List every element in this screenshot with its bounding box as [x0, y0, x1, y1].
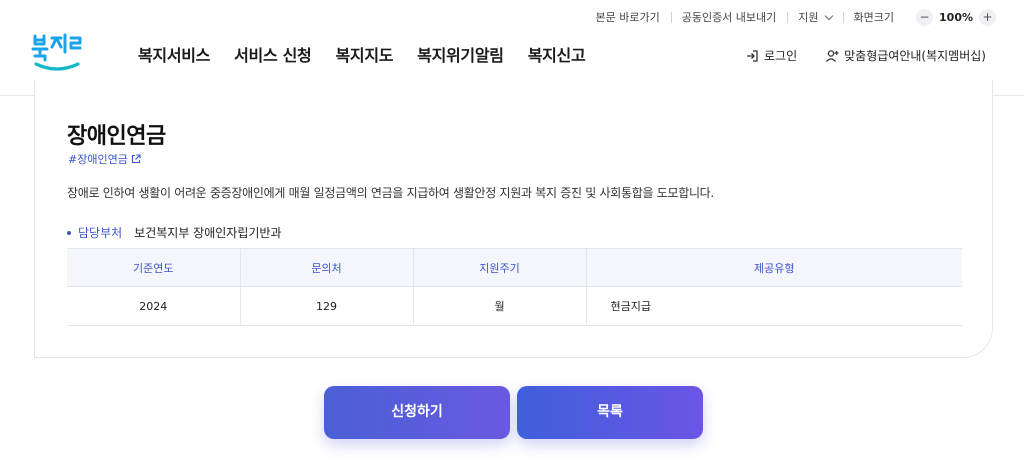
user-plus-icon	[826, 49, 839, 62]
user-links: 로그인 맞춤형급여안내(복지멤버십)	[745, 47, 986, 64]
zoom-control: − 100% +	[905, 8, 996, 26]
main-nav: 복지서비스 서비스 신청 복지지도 복지위기알림 복지신고	[138, 42, 586, 66]
col-header-contact: 문의처	[239, 248, 413, 287]
support-dropdown[interactable]: 지원	[787, 9, 842, 25]
list-button[interactable]: 목록	[517, 386, 703, 439]
custom-benefit-link[interactable]: 맞춤형급여안내(복지멤버십)	[825, 47, 986, 64]
cell-cycle: 월	[412, 286, 586, 326]
cell-contact: 129	[239, 286, 413, 326]
login-icon	[747, 49, 758, 62]
zoom-in-button[interactable]: +	[979, 8, 996, 26]
chevron-down-icon	[824, 11, 833, 20]
nav-welfare-service[interactable]: 복지서비스	[138, 42, 210, 66]
zoom-out-button[interactable]: −	[916, 8, 934, 26]
skip-to-content-link[interactable]: 본문 바로가기	[584, 9, 670, 25]
col-header-type: 제공유형	[585, 248, 962, 287]
apply-button[interactable]: 신청하기	[324, 386, 510, 439]
page-title: 장애인연금	[67, 124, 166, 149]
table-header-row: 기준연도 문의처 지원주기 제공유형	[67, 248, 962, 287]
bokjiro-logo-icon	[31, 33, 82, 71]
zoom-value: 100%	[939, 10, 973, 24]
login-link[interactable]: 로그인	[745, 47, 797, 64]
nav-service-apply[interactable]: 서비스 신청	[234, 42, 312, 66]
department-value: 보건복지부 장애인자립기반과	[134, 226, 282, 240]
department-label: 담당부처	[78, 226, 123, 240]
hashtag-link[interactable]: #장애인연금	[68, 151, 141, 167]
zoom-label: 화면크기	[842, 9, 905, 25]
support-label: 지원	[798, 11, 819, 24]
cell-type: 현금지급	[585, 286, 962, 326]
bokjiro-logo[interactable]	[30, 32, 84, 74]
service-info-table: 기준연도 문의처 지원주기 제공유형 2024 129 월 현금지급	[67, 248, 962, 326]
cell-year: 2024	[67, 286, 240, 326]
col-header-cycle: 지원주기	[412, 248, 586, 287]
bullet-icon	[67, 230, 71, 235]
external-link-icon	[131, 154, 141, 164]
nav-crisis-alert[interactable]: 복지위기알림	[417, 42, 504, 66]
custom-benefit-label: 맞춤형급여안내(복지멤버십)	[844, 49, 986, 63]
service-description: 장애로 인하여 생활이 어려운 중증장애인에게 매월 일정금액의 연금을 지급하…	[67, 186, 714, 200]
department-row: 담당부처 보건복지부 장애인자립기반과	[67, 224, 282, 241]
col-header-year: 기준연도	[67, 248, 240, 287]
login-label: 로그인	[764, 49, 798, 63]
nav-welfare-report[interactable]: 복지신고	[528, 42, 586, 66]
cert-export-link[interactable]: 공동인증서 내보내기	[670, 9, 788, 25]
table-row: 2024 129 월 현금지급	[67, 286, 962, 326]
nav-welfare-map[interactable]: 복지지도	[335, 42, 393, 66]
hashtag-label: #장애인연금	[68, 153, 128, 166]
utility-bar: 본문 바로가기 공동인증서 내보내기 지원 화면크기 − 100% +	[584, 8, 996, 26]
